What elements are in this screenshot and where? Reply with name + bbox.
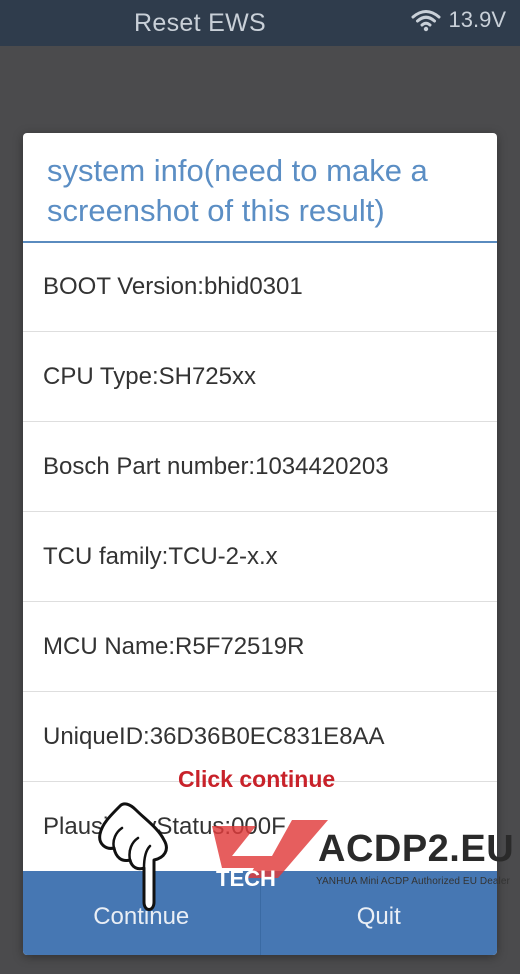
info-row-mcu-name: MCU Name:R5F72519R (23, 602, 497, 692)
info-row-boot-version: BOOT Version:bhid0301 (23, 243, 497, 332)
app-bar: Reset EWS 13.9V (0, 0, 520, 46)
click-continue-annotation: Click continue (178, 766, 336, 792)
info-row-bosch-part-number: Bosch Part number:1034420203 (23, 422, 497, 512)
info-row-cpu-type: CPU Type:SH725xx (23, 332, 497, 422)
watermark-site: ACDP2.EU (318, 828, 515, 870)
info-row-tcu-family: TCU family:TCU-2-x.x (23, 512, 497, 602)
watermark-tagline: YANHUA Mini ACDP Authorized EU Dealer (316, 876, 510, 887)
app-title: Reset EWS (134, 8, 266, 37)
watermark-logo-text: TECH (216, 866, 276, 891)
wifi-icon (411, 10, 440, 32)
dialog-title: system info(need to make a screenshot of… (23, 133, 497, 243)
status-area: 13.9V (411, 7, 507, 33)
hand-pointer-icon (98, 802, 168, 911)
voltage-readout: 13.9V (448, 7, 507, 32)
